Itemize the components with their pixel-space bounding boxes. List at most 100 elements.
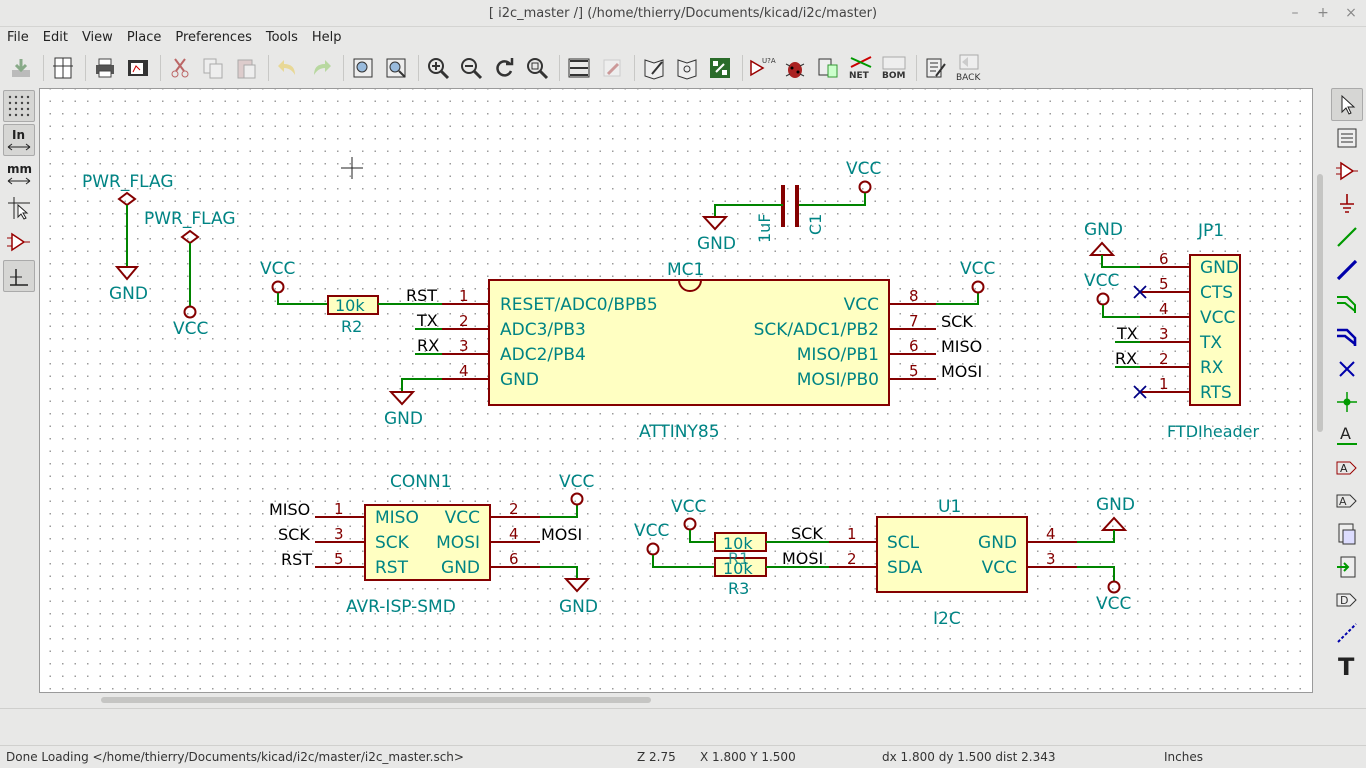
capacitor-c1[interactable]: VCC GND 1uF C1 (697, 159, 881, 254)
add-wire-icon[interactable] (1331, 220, 1363, 253)
conn1-ref: CONN1 (390, 472, 452, 492)
find-icon[interactable] (348, 53, 378, 83)
u1-pin-2-name: SDA (887, 558, 923, 578)
plot-icon[interactable] (123, 53, 153, 83)
print-icon[interactable] (90, 53, 120, 83)
status-zoom: Z 2.75 (637, 750, 676, 764)
maximize-icon[interactable]: + (1316, 0, 1330, 27)
add-graphic-line-icon[interactable] (1331, 616, 1363, 649)
library-browser-icon[interactable] (672, 53, 702, 83)
close-icon[interactable]: × (1344, 0, 1358, 27)
minimize-icon[interactable]: – (1288, 0, 1302, 27)
find-replace-icon[interactable] (381, 53, 411, 83)
crosshair-cursor (341, 157, 363, 179)
no-connect-icon[interactable] (1331, 352, 1363, 385)
u1-gnd-label: GND (1096, 495, 1135, 515)
annotate-icon[interactable]: U?A 123 (747, 53, 777, 83)
menu-edit[interactable]: Edit (36, 27, 75, 49)
add-component-icon[interactable] (1331, 154, 1363, 187)
edit-fields-icon[interactable] (921, 53, 951, 83)
mc1-pin-6-name: MISO/PB1 (797, 345, 879, 365)
library-editor-icon[interactable] (639, 53, 669, 83)
add-junction-icon[interactable] (1331, 385, 1363, 418)
copy-icon[interactable] (198, 53, 228, 83)
add-sheet-pin-icon[interactable]: D (1331, 583, 1363, 616)
mc1-pin-3-num: 3 (459, 337, 469, 355)
undo-icon[interactable] (273, 53, 303, 83)
horizontal-scroll-thumb[interactable] (101, 697, 651, 703)
svg-text:A: A (1340, 462, 1348, 475)
redo-icon[interactable] (306, 53, 336, 83)
window-title: [ i2c_master /] (/home/thierry/Documents… (488, 6, 878, 21)
connector-jp1-ftdi[interactable]: JP1 FTDIheader 6 5 4 3 2 1 GND CTS VCC T… (1084, 220, 1260, 441)
jp1-pin-3-name: TX (1199, 333, 1222, 353)
menu-place[interactable]: Place (120, 27, 169, 49)
conn1-pin-6-num: 6 (509, 550, 519, 568)
add-net-label-icon[interactable]: A (1331, 418, 1363, 451)
units-inches-button[interactable]: In (3, 124, 35, 156)
mc1-pin-1-num: 1 (459, 287, 469, 305)
back-label: BACK (956, 73, 981, 82)
conn1-gnd-label: GND (559, 597, 598, 617)
netlist-icon[interactable]: NET (846, 53, 876, 83)
erc-icon[interactable] (780, 53, 810, 83)
ic-mc1-attiny85[interactable]: MC1 ATTINY85 1 2 3 4 RESET/ADC0/BPB5 ADC… (384, 259, 995, 442)
menu-help[interactable]: Help (305, 27, 349, 49)
leave-sheet-icon[interactable] (597, 53, 627, 83)
redraw-icon[interactable] (489, 53, 519, 83)
menu-view[interactable]: View (75, 27, 120, 49)
net-label-rst: RST (406, 286, 437, 305)
mc1-pin-5-num: 5 (909, 362, 919, 380)
jp1-value: FTDIheader (1167, 422, 1260, 441)
cursor-shape-icon[interactable] (3, 192, 35, 224)
horizontal-scrollbar[interactable] (39, 693, 1313, 707)
add-global-label-icon[interactable]: A (1331, 451, 1363, 484)
menu-file[interactable]: File (0, 27, 36, 49)
vertical-scrollbar[interactable] (1313, 88, 1327, 693)
wire-angle-icon[interactable] (3, 260, 35, 292)
schematic-canvas[interactable]: .w { stroke: #008400; stroke-width: 2; f… (39, 88, 1313, 693)
pcbnew-icon[interactable] (705, 53, 735, 83)
conn1-pin-4-num: 4 (509, 525, 519, 543)
bus-to-bus-entry-icon[interactable] (1331, 319, 1363, 352)
hidden-pins-icon[interactable] (3, 226, 35, 258)
add-text-icon[interactable]: T (1331, 649, 1363, 682)
mc1-pin-8-name: VCC (844, 295, 879, 315)
hierarchy-navigator-icon[interactable] (564, 53, 594, 83)
back-import-icon[interactable]: BACK (954, 53, 984, 83)
grid-toggle-icon[interactable] (3, 90, 35, 122)
conn1-pin-2-num: 2 (509, 500, 519, 518)
add-bus-icon[interactable] (1331, 253, 1363, 286)
u1-pin-3-num: 3 (1046, 550, 1056, 568)
pwr-flag-gnd[interactable]: PWR_FLAG GND (82, 172, 174, 304)
add-hier-sheet-icon[interactable] (1331, 517, 1363, 550)
bom-icon[interactable]: BOM (879, 53, 909, 83)
zoom-in-icon[interactable] (423, 53, 453, 83)
import-sheet-pin-icon[interactable] (1331, 550, 1363, 583)
select-tool-icon[interactable] (1331, 88, 1363, 121)
r2-value: 10k (335, 296, 365, 315)
ic-u1-i2c[interactable]: U1 I2C 1 2 SCL SDA 4 3 GND VCC GND VCC (829, 495, 1135, 629)
pwr-flag-vcc[interactable]: PWR_FLAG VCC (144, 209, 236, 339)
cvpcb-icon[interactable] (813, 53, 843, 83)
zoom-fit-icon[interactable] (522, 53, 552, 83)
save-sheet-icon[interactable] (6, 53, 36, 83)
resistors-i2c-pullups[interactable]: VCC VCC 10k R1 10k R3 SCK MOSI (634, 497, 829, 598)
page-settings-icon[interactable] (48, 53, 78, 83)
vertical-scroll-thumb[interactable] (1317, 174, 1323, 432)
zoom-out-icon[interactable] (456, 53, 486, 83)
hier-label-glyph: A (1339, 495, 1347, 508)
connector-conn1-avr-isp[interactable]: CONN1 AVR-ISP-SMD 1 3 5 MISO SCK RST MIS… (269, 472, 598, 617)
add-hier-label-icon[interactable]: A (1331, 484, 1363, 517)
add-power-icon[interactable] (1331, 187, 1363, 220)
units-mm-button[interactable]: mm (3, 158, 35, 190)
net-label-mosi: MOSI (941, 362, 982, 381)
wire-to-bus-entry-icon[interactable] (1331, 286, 1363, 319)
paste-icon[interactable] (231, 53, 261, 83)
menu-tools[interactable]: Tools (259, 27, 305, 49)
cut-icon[interactable] (165, 53, 195, 83)
r3-ref: R3 (728, 579, 749, 598)
menu-preferences[interactable]: Preferences (168, 27, 258, 49)
hierarchy-nav-icon[interactable] (1331, 121, 1363, 154)
resistor-r2[interactable]: VCC 10k R2 (260, 259, 402, 336)
